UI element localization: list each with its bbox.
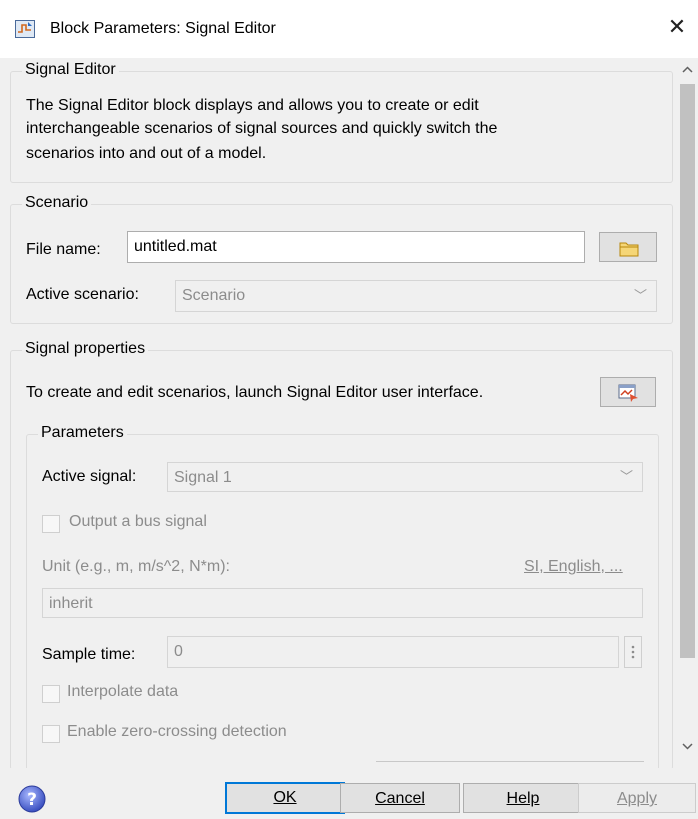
browse-button[interactable] (599, 232, 657, 262)
active-signal-value: Signal 1 (174, 469, 232, 486)
scroll-up-icon[interactable] (680, 62, 695, 78)
active-scenario-label: Active scenario: (26, 286, 139, 303)
signal-editor-legend: Signal Editor (22, 61, 119, 79)
chevron-down-icon: ﹀ (634, 288, 648, 303)
parameters-legend: Parameters (38, 424, 127, 442)
unit-label: Unit (e.g., m, m/s^2, N*m): (42, 558, 230, 575)
unit-input[interactable]: inherit (42, 588, 643, 618)
interpolate-checkbox[interactable] (42, 685, 60, 703)
ok-button[interactable]: OK (225, 782, 345, 814)
file-name-label: File name: (26, 241, 101, 258)
scrollbar-thumb[interactable] (680, 84, 695, 658)
zero-crossing-label: Enable zero-crossing detection (67, 723, 287, 740)
active-scenario-select[interactable]: Scenario ﹀ (175, 280, 657, 312)
close-icon[interactable]: ✕ (664, 14, 690, 40)
window-title: Block Parameters: Signal Editor (50, 20, 276, 37)
sample-time-input[interactable]: 0 (167, 636, 619, 668)
description-line-1: The Signal Editor block displays and all… (26, 97, 479, 114)
signal-editor-launch-icon (618, 383, 640, 403)
help-icon[interactable]: ? (18, 785, 46, 813)
scroll-down-icon[interactable] (680, 738, 695, 754)
scenario-legend: Scenario (22, 194, 92, 212)
zero-crossing-checkbox[interactable] (42, 725, 60, 743)
help-button[interactable]: Help (463, 783, 583, 813)
chevron-down-icon: ﹀ (620, 469, 634, 484)
sample-time-label: Sample time: (42, 646, 136, 663)
svg-text:?: ? (27, 790, 37, 810)
more-options-icon[interactable] (624, 636, 642, 668)
description-line-3: scenarios into and out of a model. (26, 145, 267, 162)
output-bus-checkbox[interactable] (42, 515, 60, 533)
active-signal-select[interactable]: Signal 1 ﹀ (167, 462, 643, 492)
signal-properties-legend: Signal properties (22, 340, 149, 358)
launch-signal-editor-button[interactable] (600, 377, 656, 407)
launch-description: To create and edit scenarios, launch Sig… (26, 384, 484, 401)
active-scenario-value: Scenario (182, 287, 246, 304)
output-bus-label: Output a bus signal (69, 513, 207, 530)
unit-systems-link[interactable]: SI, English, ... (524, 558, 623, 576)
cancel-button[interactable]: Cancel (340, 783, 460, 813)
apply-button[interactable]: Apply (578, 783, 696, 813)
file-name-input[interactable]: untitled.mat (127, 231, 585, 263)
description-line-2: interchangeable scenarios of signal sour… (26, 120, 498, 137)
folder-icon (619, 239, 639, 257)
simulink-block-icon (15, 20, 35, 38)
active-signal-label: Active signal: (42, 468, 137, 485)
interpolate-label: Interpolate data (67, 683, 179, 700)
partial-field (376, 761, 644, 767)
